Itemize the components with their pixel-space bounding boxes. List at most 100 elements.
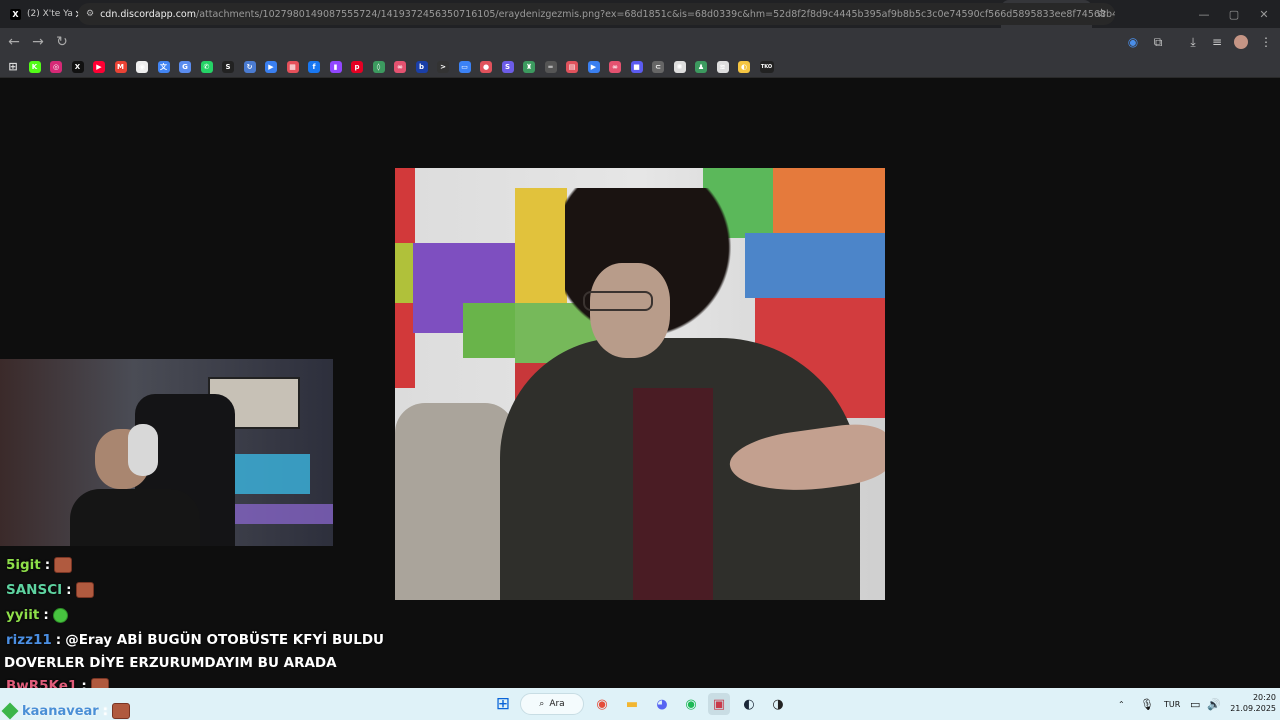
- forward-icon[interactable]: →: [26, 30, 50, 54]
- b-app-icon[interactable]: b: [415, 60, 428, 73]
- terminal-icon[interactable]: >: [437, 60, 449, 73]
- chat-separator: :: [43, 607, 49, 623]
- link-icon[interactable]: ∞: [394, 60, 406, 73]
- reading-list-icon[interactable]: ≡: [1205, 28, 1229, 56]
- kick-icon[interactable]: K: [28, 60, 41, 73]
- browser-toolbar: ← → ↻: [0, 28, 1280, 56]
- url-host: cdn.discordapp.com: [100, 8, 196, 20]
- download-icon[interactable]: ⤓: [1181, 28, 1205, 56]
- system-clock[interactable]: 20:20 21.09.2025: [1226, 692, 1276, 714]
- maximize-icon[interactable]: ▢: [1218, 0, 1250, 28]
- windows-start-icon[interactable]: ⊞: [492, 693, 514, 715]
- wall-tile: [463, 303, 515, 358]
- taskbar: kaanavear: ⊞ ⌕ Ara ◉ ▬ ◕ ◉ ▣ ◐ ◑ ⌃ 🎙 TUR …: [0, 688, 1280, 720]
- loop-icon[interactable]: ∞: [609, 60, 621, 73]
- green-diamond-icon: [1, 702, 19, 720]
- gmail-icon[interactable]: M: [114, 60, 127, 73]
- chat-line: 5igit:: [6, 554, 73, 576]
- extension-icon[interactable]: ◉: [1121, 28, 1145, 56]
- x-logo-icon: X: [10, 8, 21, 20]
- x-logo-icon[interactable]: X: [71, 60, 84, 73]
- reload-icon[interactable]: ↻: [50, 30, 74, 54]
- dash-icon[interactable]: ═: [544, 60, 557, 73]
- openai-icon[interactable]: ✺: [673, 60, 686, 73]
- steam-icon[interactable]: ◐: [738, 693, 760, 715]
- send-icon[interactable]: ▶: [587, 60, 600, 73]
- taskbar-search[interactable]: ⌕ Ara: [520, 693, 584, 715]
- stack-icon[interactable]: ≋: [716, 60, 729, 73]
- chat-username: 5igit: [6, 557, 41, 573]
- chat-icon[interactable]: ●: [480, 60, 492, 73]
- url-path: /attachments/1027980149087555724/1419372…: [196, 8, 1115, 20]
- menu-icon[interactable]: ⋮: [1254, 28, 1278, 56]
- chat-overlay: 5igit: SANSCI: yyiit: rizz11: @Eray ABİ B…: [0, 554, 384, 688]
- clock-time: 20:20: [1252, 693, 1276, 702]
- figure-icon[interactable]: ♜: [523, 60, 535, 73]
- moon-icon[interactable]: ◐: [738, 60, 750, 73]
- translate-icon[interactable]: 文: [157, 60, 170, 73]
- glasses: [583, 291, 653, 311]
- tab-title: (2) X'te Yagı: [27, 9, 73, 19]
- square-icon[interactable]: ■: [630, 60, 643, 73]
- youtube-icon[interactable]: ▶: [93, 60, 105, 73]
- chat-username: SANSCI: [6, 582, 63, 598]
- page-viewport: 5igit: SANSCI: yyiit: rizz11: @Eray ABİ B…: [0, 80, 1280, 688]
- tray-chevron-icon[interactable]: ⌃: [1118, 688, 1125, 720]
- window-icon[interactable]: ▭: [458, 60, 471, 73]
- twitch-icon[interactable]: ▮: [329, 60, 342, 73]
- app-icon[interactable]: ◑: [767, 693, 789, 715]
- calendar-icon[interactable]: ▦: [286, 60, 299, 73]
- tag-icon[interactable]: TKO: [759, 60, 774, 73]
- microphone-icon[interactable]: 🎙: [1140, 688, 1154, 720]
- network-icon[interactable]: ▭: [1190, 688, 1200, 720]
- s-app-icon[interactable]: S: [222, 60, 234, 73]
- close-window-icon[interactable]: ✕: [1248, 0, 1280, 28]
- s-blue-icon[interactable]: S: [501, 60, 514, 73]
- analytics-icon[interactable]: ▤: [566, 60, 578, 73]
- emote-icon: [90, 678, 109, 688]
- profile-avatar[interactable]: [1229, 28, 1253, 56]
- facebook-icon[interactable]: f: [308, 60, 320, 73]
- puzzle-icon[interactable]: ⧉: [1146, 28, 1170, 56]
- instagram-icon[interactable]: ◎: [50, 60, 62, 73]
- webcam-overlay: [0, 359, 333, 546]
- chat-username: BwR5Ke1: [6, 678, 78, 688]
- displayed-image: [395, 168, 885, 600]
- discord-icon[interactable]: ◕: [651, 693, 673, 715]
- sync-icon[interactable]: ↻: [243, 60, 256, 73]
- language-indicator[interactable]: TUR: [1164, 688, 1180, 720]
- whatsapp-icon[interactable]: ✆: [200, 60, 213, 73]
- bookmarks-bar: ⊞ K ◎ X ▶ M ◉ 文 G ✆ S ↻ ▶ ▦ f ▮ p ◊ ∞ b > ▭ ● S ♜ ═ ▤ ▶ ∞ ■ ⊂ ✺ ♟ ≋ ◐ TKO: [0, 56, 1280, 78]
- pinterest-icon[interactable]: p: [351, 60, 363, 73]
- file-explorer-icon[interactable]: ▬: [621, 693, 643, 715]
- person-icon[interactable]: ♟: [695, 60, 707, 73]
- chat-message: @Eray ABİ BUGÜN OTOBÜSTE KFYİ BULDU: [65, 632, 385, 648]
- chat-separator: :: [44, 557, 51, 573]
- emote-icon: [52, 607, 68, 623]
- address-bar[interactable]: ⚙ cdn.discordapp.com/attachments/1027980…: [78, 3, 1115, 25]
- play-circle-icon[interactable]: ▶: [265, 60, 277, 73]
- clock-date: 21.09.2025: [1230, 704, 1276, 713]
- volume-icon[interactable]: 🔊: [1207, 688, 1221, 720]
- emote-icon: [111, 703, 130, 719]
- wall-tile: [395, 243, 415, 303]
- back-icon[interactable]: ←: [2, 30, 26, 54]
- bookmark-star-icon[interactable]: ☆: [1096, 6, 1107, 20]
- chat-message-continuation: DOVERLER DİYE ERZURUMDAYIM BU ARADA: [4, 655, 337, 671]
- chrome-icon[interactable]: ◉: [591, 693, 613, 715]
- led-lights: [230, 504, 333, 524]
- chat-username: yyiit: [6, 607, 40, 623]
- minimize-icon[interactable]: —: [1188, 0, 1220, 28]
- chat-separator: :: [66, 582, 72, 598]
- wall-tile: [515, 188, 567, 303]
- apps-grid-icon[interactable]: ⊞: [7, 60, 19, 73]
- spotify-icon[interactable]: ◉: [680, 693, 702, 715]
- chat-line: kaanavear:: [0, 702, 130, 720]
- seo-icon[interactable]: ◊: [372, 60, 385, 73]
- search-label: Ara: [549, 699, 565, 709]
- chatgpt-icon[interactable]: ◉: [136, 60, 148, 73]
- site-info-icon[interactable]: ⚙: [86, 8, 94, 20]
- google-translate-icon[interactable]: G: [179, 60, 191, 73]
- chain-icon[interactable]: ⊂: [652, 60, 664, 73]
- terminal-app-icon[interactable]: ▣: [708, 693, 730, 715]
